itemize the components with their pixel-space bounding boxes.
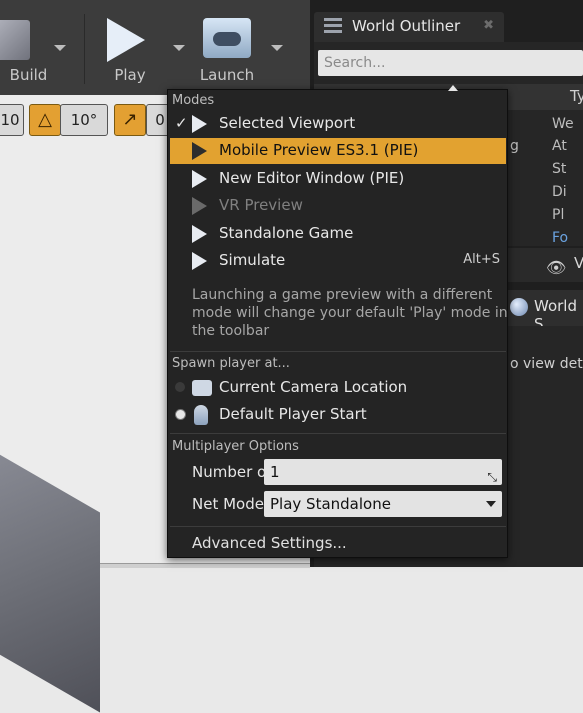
globe-icon bbox=[510, 298, 528, 316]
vr-play-icon bbox=[192, 197, 207, 215]
scale-snap-icon: ↗ bbox=[122, 109, 138, 130]
menu-item-standalone-game[interactable]: Standalone Game bbox=[170, 221, 506, 247]
build-label: Build bbox=[9, 66, 48, 84]
play-button[interactable]: Play bbox=[95, 0, 165, 90]
outliner-row-type[interactable]: We bbox=[552, 116, 574, 132]
eye-icon: 👁 bbox=[546, 258, 567, 277]
net-mode-label: Net Mode bbox=[192, 495, 264, 513]
menu-pointer-icon bbox=[448, 85, 458, 91]
spawn-option-label: Default Player Start bbox=[219, 405, 367, 423]
standalone-play-icon bbox=[192, 225, 207, 243]
outliner-row-type[interactable]: At bbox=[552, 138, 567, 154]
viewport-cube-mesh bbox=[0, 437, 100, 713]
mobile-play-icon bbox=[192, 142, 207, 160]
gamepad-monitor-icon bbox=[203, 18, 251, 58]
menu-item-label: Mobile Preview ES3.1 (PIE) bbox=[219, 141, 419, 159]
simulate-icon bbox=[192, 252, 207, 270]
shortcut-text: Alt+S bbox=[463, 252, 500, 267]
build-options-dropdown[interactable] bbox=[54, 45, 66, 51]
chevron-down-icon bbox=[486, 501, 496, 507]
radio-button-selected[interactable] bbox=[175, 409, 186, 420]
modes-description: Launching a game preview with a differen… bbox=[192, 287, 508, 339]
menu-item-selected-viewport[interactable]: ✓ Selected Viewport bbox=[170, 111, 506, 137]
tab-world-outliner[interactable]: World Outliner ✖ bbox=[314, 12, 504, 42]
modes-section-header: Modes bbox=[172, 93, 215, 108]
play-icon bbox=[192, 115, 207, 133]
outliner-row-name[interactable]: g bbox=[510, 138, 519, 154]
main-toolbar: Build Play Launch bbox=[0, 0, 310, 95]
outliner-row-type[interactable]: Pl bbox=[552, 207, 564, 223]
spawn-option-player-start[interactable]: Default Player Start bbox=[170, 402, 506, 428]
rotation-snap-value[interactable]: 10° bbox=[60, 104, 108, 136]
camera-icon bbox=[192, 380, 212, 396]
spawn-option-camera-location[interactable]: Current Camera Location bbox=[170, 375, 506, 401]
build-icon bbox=[0, 20, 30, 60]
view-options-label: V bbox=[574, 254, 583, 272]
menu-divider bbox=[170, 433, 506, 434]
spawn-section-header: Spawn player at... bbox=[172, 356, 290, 371]
window-play-icon bbox=[192, 170, 207, 188]
launch-label: Launch bbox=[199, 66, 255, 84]
grid-snap-value[interactable]: 10 bbox=[0, 104, 24, 136]
menu-item-new-editor-window[interactable]: New Editor Window (PIE) bbox=[170, 166, 506, 192]
outliner-tab-title: World Outliner bbox=[352, 17, 461, 35]
type-column-header[interactable]: Ty bbox=[570, 87, 583, 105]
play-options-dropdown[interactable] bbox=[173, 45, 185, 51]
checkmark-icon: ✓ bbox=[175, 114, 188, 132]
menu-item-mobile-preview[interactable]: Mobile Preview ES3.1 (PIE) bbox=[170, 138, 506, 164]
launch-options-dropdown[interactable] bbox=[271, 45, 283, 51]
play-icon bbox=[107, 18, 145, 62]
outliner-search-input[interactable]: Search... bbox=[318, 50, 583, 76]
rotation-snap-toggle[interactable]: △ bbox=[29, 104, 61, 136]
menu-divider bbox=[170, 526, 506, 527]
menu-item-label: Simulate bbox=[219, 251, 286, 269]
menu-item-vr-preview: VR Preview bbox=[170, 193, 506, 219]
player-start-icon bbox=[194, 405, 208, 425]
toolbar-separator bbox=[84, 14, 85, 84]
menu-item-label: Standalone Game bbox=[219, 224, 354, 242]
outliner-list-icon bbox=[324, 18, 342, 36]
net-mode-value: Play Standalone bbox=[270, 495, 391, 513]
menu-item-label: VR Preview bbox=[219, 196, 303, 214]
close-icon[interactable]: ✖ bbox=[483, 18, 494, 33]
play-label: Play bbox=[114, 66, 146, 84]
spawn-option-label: Current Camera Location bbox=[219, 378, 408, 396]
play-options-menu: Modes ✓ Selected Viewport Mobile Preview… bbox=[167, 85, 508, 558]
scale-snap-toggle[interactable]: ↗ bbox=[114, 104, 146, 136]
num-players-input[interactable]: 1 ⤡ bbox=[264, 459, 502, 485]
outliner-row-type[interactable]: St bbox=[552, 161, 566, 177]
outliner-row-type[interactable]: Di bbox=[552, 184, 567, 200]
multiplayer-section-header: Multiplayer Options bbox=[172, 439, 299, 454]
net-mode-select[interactable]: Play Standalone bbox=[264, 491, 502, 517]
launch-button[interactable]: Launch bbox=[190, 0, 264, 90]
outliner-folder-link[interactable]: Fo bbox=[552, 230, 568, 246]
menu-item-label: Selected Viewport bbox=[219, 114, 356, 132]
menu-item-simulate[interactable]: Simulate Alt+S bbox=[170, 248, 506, 274]
menu-divider bbox=[170, 351, 506, 352]
spin-arrows-icon[interactable]: ⤡ bbox=[487, 464, 497, 490]
menu-item-label: New Editor Window (PIE) bbox=[219, 169, 405, 187]
details-hint-text: o view deta bbox=[510, 356, 583, 372]
radio-button[interactable] bbox=[175, 382, 185, 392]
viewport-bottom-edge bbox=[100, 563, 310, 568]
viewport-snap-toolbar: 10 △ 10° ↗ 0 bbox=[0, 104, 174, 138]
num-players-value: 1 bbox=[270, 463, 280, 481]
advanced-settings-item[interactable]: Advanced Settings... bbox=[192, 534, 347, 552]
rotation-snap-icon: △ bbox=[38, 109, 52, 130]
